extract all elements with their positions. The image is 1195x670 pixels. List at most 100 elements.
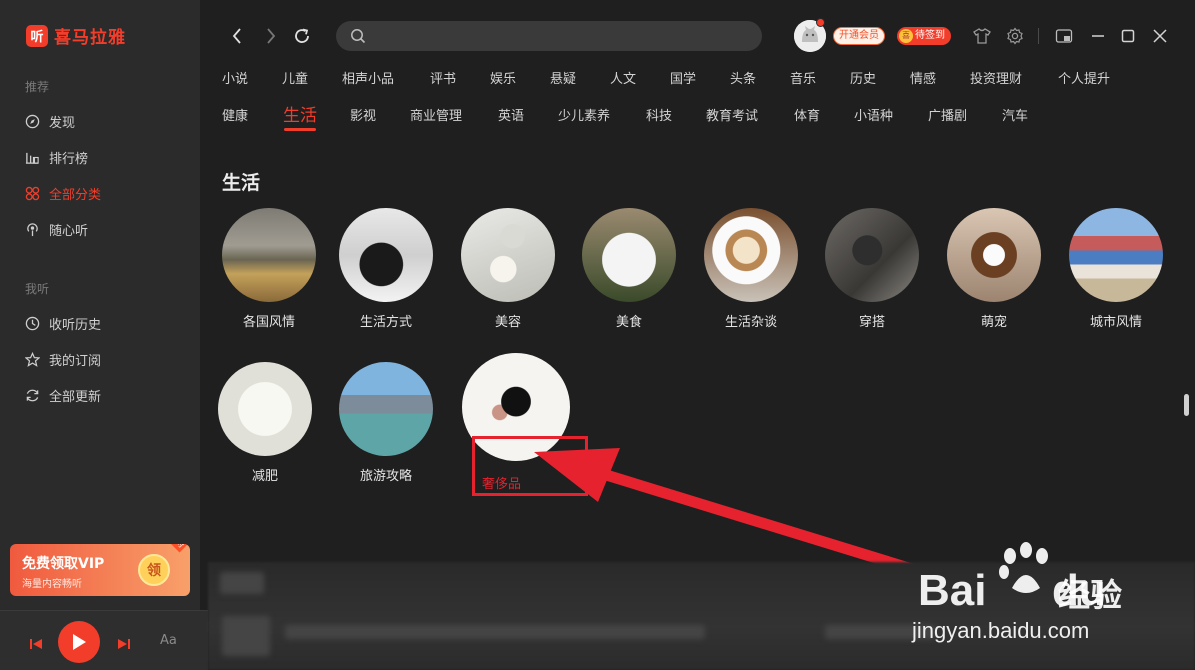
sidebar-item-history[interactable]: 收听历史 xyxy=(24,314,101,333)
tab-category[interactable]: 人文 xyxy=(610,68,636,87)
tab-category[interactable]: 商业管理 xyxy=(410,105,462,124)
tab-category[interactable]: 影视 xyxy=(350,105,376,124)
scrollbar-thumb[interactable] xyxy=(1184,394,1189,416)
prev-icon[interactable] xyxy=(30,635,42,654)
subcategory-tile[interactable]: 各国风情 xyxy=(219,208,319,330)
sidebar-item-random-listen[interactable]: 随心听 xyxy=(24,220,88,239)
tab-category[interactable]: 教育考试 xyxy=(706,105,758,124)
bar-chart-icon xyxy=(24,150,40,166)
mini-player: Aa xyxy=(0,610,208,670)
sign-in-button[interactable]: 喜 待签到 xyxy=(897,27,951,45)
search-input[interactable] xyxy=(336,21,762,51)
app-logo[interactable]: 听 喜马拉雅 xyxy=(26,23,126,48)
play-button[interactable] xyxy=(58,621,100,663)
tab-category[interactable]: 小说 xyxy=(222,68,248,87)
logo-text: 喜马拉雅 xyxy=(54,28,126,48)
grid-icon xyxy=(24,186,40,202)
sidebar-item-ranking[interactable]: 排行榜 xyxy=(24,148,88,167)
mini-mode-icon[interactable] xyxy=(1054,26,1074,46)
subcategory-image xyxy=(582,208,676,302)
blurred-element xyxy=(220,572,264,594)
tab-category-active[interactable]: 生活 xyxy=(283,101,317,126)
subcategory-tile[interactable]: 减肥 xyxy=(215,362,315,484)
tab-category[interactable]: 体育 xyxy=(794,105,820,124)
subcategory-tile[interactable]: 生活方式 xyxy=(336,208,436,330)
tab-category[interactable]: 头条 xyxy=(730,68,756,87)
subcategory-label: 美容 xyxy=(494,315,521,330)
subcategory-label: 生活方式 xyxy=(359,315,412,330)
sidebar-item-all-categories[interactable]: 全部分类 xyxy=(24,184,101,203)
subcategory-tile[interactable]: 美食 xyxy=(579,208,679,330)
sidebar-item-label: 随心听 xyxy=(49,224,89,239)
back-icon[interactable] xyxy=(228,26,246,46)
tab-category[interactable]: 相声小品 xyxy=(342,68,394,87)
open-membership-button[interactable]: 开通会员 xyxy=(833,27,885,45)
subcategory-image xyxy=(339,208,433,302)
tab-category[interactable]: 健康 xyxy=(222,105,248,124)
tab-category[interactable]: 广播剧 xyxy=(928,105,967,124)
subcategory-tile[interactable]: 旅游攻略 xyxy=(336,362,436,484)
blurred-element xyxy=(222,616,270,656)
tab-category[interactable]: 小语种 xyxy=(854,105,893,124)
subcategory-image xyxy=(1069,208,1163,302)
tab-category[interactable]: 个人提升 xyxy=(1058,68,1110,87)
sidebar-item-subscriptions[interactable]: 我的订阅 xyxy=(24,350,101,369)
tab-category[interactable]: 娱乐 xyxy=(490,68,516,87)
tab-category[interactable]: 投资理财 xyxy=(970,68,1022,87)
subcategory-label: 旅游攻略 xyxy=(359,469,412,484)
reload-icon[interactable] xyxy=(292,26,312,46)
sidebar: 听 喜马拉雅 推荐 发现 排行榜 全部分类 随心听 我听 收听历史 我的订阅 全… xyxy=(0,0,200,670)
active-tab-indicator xyxy=(284,128,316,131)
subcategory-image xyxy=(947,208,1041,302)
tshirt-icon[interactable] xyxy=(972,26,992,46)
gear-icon[interactable] xyxy=(1005,26,1025,46)
tab-category[interactable]: 评书 xyxy=(430,68,456,87)
font-size-button[interactable]: Aa xyxy=(160,633,177,648)
subcategory-tile[interactable]: 美容 xyxy=(458,208,558,330)
subcategory-label: 穿搭 xyxy=(858,315,885,330)
subcategory-tile[interactable]: 生活杂谈 xyxy=(701,208,801,330)
section-title: 生活 xyxy=(222,172,261,194)
subcategory-label: 美食 xyxy=(615,315,642,330)
subcategory-image xyxy=(461,208,555,302)
tab-category[interactable]: 国学 xyxy=(670,68,696,87)
vip-claim-coin: 领 xyxy=(138,554,170,586)
subcategory-tile[interactable]: 萌宠 xyxy=(944,208,1044,330)
subcategory-tile[interactable]: 穿搭 xyxy=(822,208,922,330)
refresh-icon xyxy=(24,388,40,404)
vip-subtitle: 海量内容畅听 xyxy=(22,579,82,590)
sidebar-item-label: 排行榜 xyxy=(49,152,89,167)
subcategory-label: 减肥 xyxy=(251,469,278,484)
tab-category[interactable]: 少儿素养 xyxy=(558,105,610,124)
compass-icon xyxy=(24,114,40,130)
coin-icon: 喜 xyxy=(899,29,913,43)
sidebar-item-label: 全部分类 xyxy=(49,188,102,203)
section-label-mine: 我听 xyxy=(25,282,50,296)
subcategory-image xyxy=(825,208,919,302)
play-icon xyxy=(73,634,86,650)
sidebar-item-updates[interactable]: 全部更新 xyxy=(24,386,101,405)
clock-icon xyxy=(24,316,40,332)
maximize-icon[interactable] xyxy=(1118,26,1138,46)
vip-limited-tag: 限时 xyxy=(166,544,188,553)
minimize-icon[interactable] xyxy=(1088,26,1108,46)
tab-category[interactable]: 悬疑 xyxy=(550,68,576,87)
app-window: 听 喜马拉雅 推荐 发现 排行榜 全部分类 随心听 我听 收听历史 我的订阅 全… xyxy=(0,0,1195,670)
sidebar-item-label: 发现 xyxy=(49,116,76,131)
tab-category[interactable]: 汽车 xyxy=(1002,105,1028,124)
sidebar-item-discover[interactable]: 发现 xyxy=(24,112,75,131)
tab-category[interactable]: 英语 xyxy=(498,105,524,124)
tab-category[interactable]: 情感 xyxy=(910,68,936,87)
forward-icon[interactable] xyxy=(262,26,280,46)
close-icon[interactable] xyxy=(1150,26,1170,46)
vip-promo-card[interactable]: 免费领取VIP 海量内容畅听 领 限时 xyxy=(10,544,190,596)
next-icon[interactable] xyxy=(118,635,130,654)
tab-category[interactable]: 儿童 xyxy=(282,68,308,87)
tab-category[interactable]: 科技 xyxy=(646,105,672,124)
tab-category[interactable]: 音乐 xyxy=(790,68,816,87)
vip-title: 免费领取VIP xyxy=(22,556,105,572)
subcategory-tile[interactable]: 城市风情 xyxy=(1066,208,1166,330)
tab-category[interactable]: 历史 xyxy=(850,68,876,87)
subcategory-label: 生活杂谈 xyxy=(724,315,777,330)
sidebar-item-label: 我的订阅 xyxy=(49,354,102,369)
